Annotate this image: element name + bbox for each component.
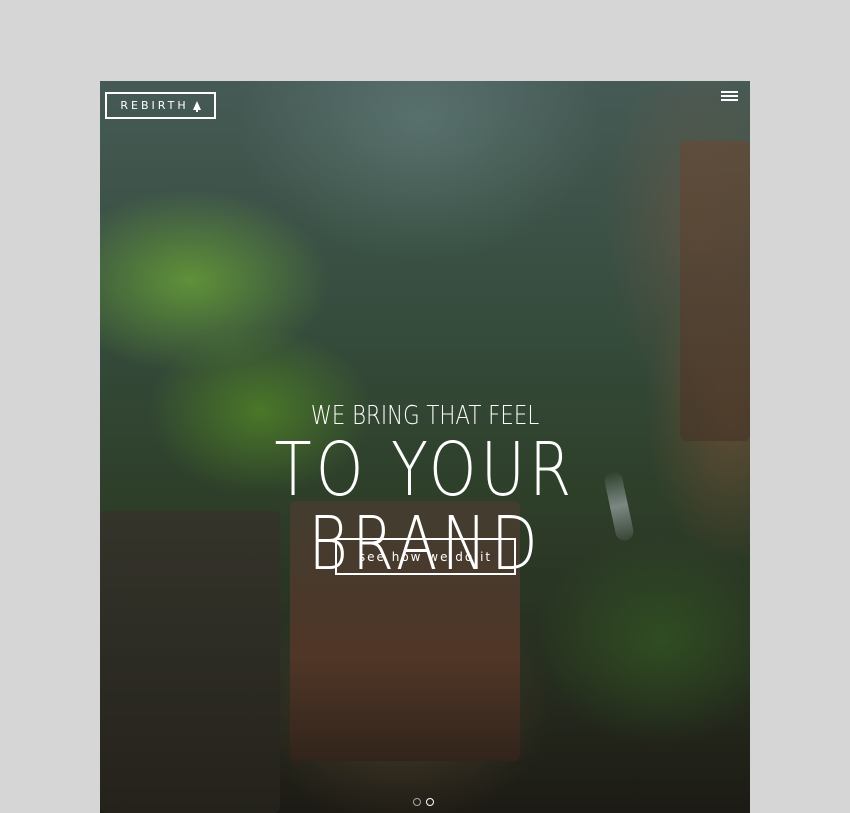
hamburger-menu-icon[interactable] bbox=[721, 91, 738, 103]
logo-text: REBIRTH bbox=[120, 99, 189, 112]
slider-dot-1[interactable] bbox=[413, 798, 421, 806]
hero-section: REBIRTH WE BRING THAT FEEL TO YOUR BRAND… bbox=[100, 81, 750, 813]
cta-button-label: see how we do it bbox=[358, 549, 493, 564]
tree-icon bbox=[192, 101, 201, 112]
menu-line bbox=[721, 99, 738, 101]
page: REBIRTH WE BRING THAT FEEL TO YOUR BRAND… bbox=[0, 0, 850, 813]
menu-line bbox=[721, 95, 738, 97]
brand-logo[interactable]: REBIRTH bbox=[105, 92, 216, 119]
cta-button[interactable]: see how we do it bbox=[335, 538, 516, 575]
slider-pagination bbox=[413, 798, 434, 806]
menu-line bbox=[721, 91, 738, 93]
slider-dot-2[interactable] bbox=[426, 798, 434, 806]
